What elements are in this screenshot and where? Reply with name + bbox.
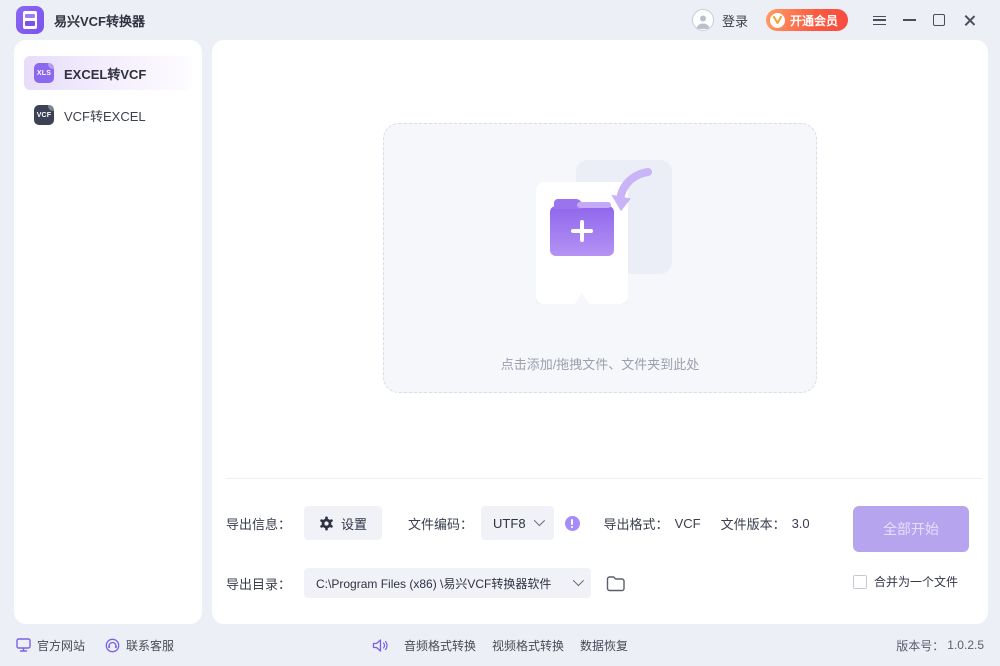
speaker-icon [372, 638, 388, 653]
version-label: 版本号： [896, 637, 944, 654]
headset-icon [105, 638, 120, 653]
footer-center: 音频格式转换 视频格式转换 数据恢复 [372, 624, 628, 666]
avatar-icon[interactable] [692, 9, 714, 31]
version-value: 1.0.2.5 [947, 638, 984, 652]
file-version-label: 文件版本： [721, 514, 786, 533]
file-version: 文件版本： 3.0 [721, 514, 810, 533]
app-logo-icon [16, 6, 44, 34]
encoding-info-icon[interactable] [565, 516, 580, 531]
app-title: 易兴VCF转换器 [54, 11, 145, 30]
export-format: 导出格式： VCF [604, 514, 701, 533]
vip-crown-icon [770, 13, 785, 28]
sidebar-item-label: EXCEL转VCF [64, 64, 146, 83]
contact-support-link[interactable]: 联系客服 [105, 637, 174, 654]
plus-icon [571, 220, 593, 242]
encoding-value: UTF8 [493, 516, 526, 531]
add-folder-illustration [520, 160, 680, 318]
output-dir-row: 导出目录： C:\Program Files (x86) \易兴VCF转换器软件 [226, 568, 625, 598]
settings-button-label: 设置 [341, 514, 367, 533]
output-dir-value: C:\Program Files (x86) \易兴VCF转换器软件 [316, 575, 573, 592]
login-button[interactable]: 登录 [722, 11, 748, 30]
merge-checkbox[interactable] [853, 575, 867, 589]
open-vip-button[interactable]: 开通会员 [766, 9, 848, 31]
sidebar: XLS EXCEL转VCF VCF VCF转EXCEL [14, 40, 202, 624]
footer-left: 官方网站 联系客服 [16, 624, 174, 666]
footer: 官方网站 联系客服 音频格式转换 视频格式转换 数据恢复 版本号： [0, 624, 1000, 666]
gear-icon [319, 516, 334, 531]
dropzone-hint: 点击添加/拖拽文件、文件夹到此处 [501, 354, 700, 373]
vcf-file-icon: VCF [34, 105, 54, 125]
merge-option: 合并为一个文件 [853, 573, 969, 590]
menu-icon[interactable] [864, 6, 894, 34]
video-convert-link[interactable]: 视频格式转换 [492, 637, 564, 654]
merge-checkbox-label: 合并为一个文件 [874, 573, 958, 590]
audio-convert-link[interactable]: 音频格式转换 [404, 637, 476, 654]
titlebar-actions: 登录 开通会员 [692, 6, 984, 34]
person-icon [694, 12, 712, 30]
minimize-icon[interactable] [894, 6, 924, 34]
close-icon[interactable] [954, 6, 984, 34]
format-label: 导出格式： [604, 514, 669, 533]
title-bar: 易兴VCF转换器 登录 开通会员 [0, 0, 1000, 40]
sidebar-item-vcf-to-excel[interactable]: VCF VCF转EXCEL [24, 98, 192, 132]
official-site-link[interactable]: 官方网站 [16, 637, 85, 654]
main-panel: 点击添加/拖拽文件、文件夹到此处 导出信息： 设置 文件编码： [212, 40, 988, 624]
export-info-label: 导出信息： [226, 514, 291, 533]
data-recovery-link[interactable]: 数据恢复 [580, 637, 628, 654]
sidebar-item-excel-to-vcf[interactable]: XLS EXCEL转VCF [24, 56, 192, 90]
sidebar-item-label: VCF转EXCEL [64, 106, 146, 125]
contact-support-label: 联系客服 [126, 637, 174, 654]
settings-button[interactable]: 设置 [304, 506, 382, 540]
open-folder-icon[interactable] [606, 575, 625, 592]
chevron-down-icon [533, 514, 544, 525]
file-dropzone[interactable]: 点击添加/拖拽文件、文件夹到此处 [383, 123, 817, 393]
encoding-select[interactable]: UTF8 [481, 506, 554, 540]
export-settings-row: 导出信息： 设置 文件编码： UTF8 [226, 506, 810, 540]
chevron-down-icon [573, 574, 584, 585]
maximize-icon[interactable] [924, 6, 954, 34]
window-controls [864, 6, 984, 34]
version-info: 版本号： 1.0.2.5 [896, 624, 984, 666]
output-dir-label: 导出目录： [226, 574, 291, 593]
encoding-label: 文件编码： [408, 514, 473, 533]
xls-file-icon: XLS [34, 63, 54, 83]
vip-label: 开通会员 [790, 12, 838, 29]
file-version-value: 3.0 [792, 516, 810, 531]
monitor-icon [16, 638, 31, 652]
output-dir-select[interactable]: C:\Program Files (x86) \易兴VCF转换器软件 [304, 568, 591, 598]
format-value: VCF [675, 516, 701, 531]
divider [226, 478, 982, 479]
official-site-label: 官方网站 [37, 637, 85, 654]
curved-arrow-icon [604, 166, 656, 216]
start-all-button[interactable]: 全部开始 [853, 506, 969, 552]
